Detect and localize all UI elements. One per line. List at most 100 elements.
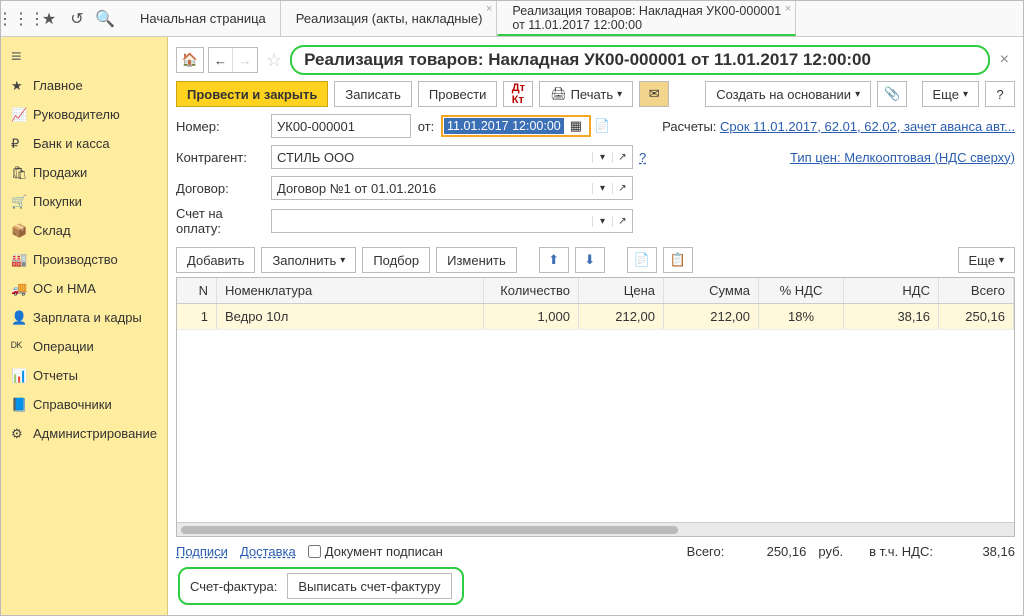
sidebar-label: Справочники <box>33 397 112 412</box>
vat-label: в т.ч. НДС: <box>869 544 933 559</box>
total-label: Всего: <box>687 544 725 559</box>
tab-label: Реализация (акты, накладные) <box>296 11 483 26</box>
sidebar-label: Банк и касса <box>33 136 110 151</box>
col-vat[interactable]: НДС <box>844 278 939 303</box>
col-qty[interactable]: Количество <box>484 278 579 303</box>
dropdown-icon[interactable]: ▾ <box>592 183 612 194</box>
calc-link[interactable]: Срок 11.01.2017, 62.01, 62.02, зачет ава… <box>720 119 1015 134</box>
sidebar-label: Продажи <box>33 165 87 180</box>
save-button[interactable]: Записать <box>334 81 412 107</box>
currency: руб. <box>818 544 843 559</box>
more-button[interactable]: Еще▾ <box>958 247 1015 273</box>
back-button[interactable]: ← <box>209 48 233 72</box>
table-row[interactable]: 1Ведро 10л1,000212,00212,0018%38,16250,1… <box>177 304 1014 330</box>
apps-icon[interactable]: ⋮⋮⋮ <box>7 5 35 33</box>
sidebar-item[interactable]: ₽Банк и касса <box>1 129 167 158</box>
open-icon[interactable]: ↗ <box>612 216 632 227</box>
home-button[interactable]: 🏠 <box>176 47 204 73</box>
sidebar-item[interactable]: 📊Отчеты <box>1 361 167 390</box>
paste-icon[interactable]: 📋 <box>663 247 693 273</box>
dropdown-icon[interactable]: ▾ <box>592 216 612 227</box>
menu-icon[interactable]: ≡ <box>1 41 167 71</box>
copy-icon[interactable]: 📄 <box>627 247 657 273</box>
sidebar-icon: 👤 <box>11 310 33 326</box>
tab-label-line1: Реализация товаров: Накладная УК00-00000… <box>512 4 781 18</box>
tab-bar: Начальная страница Реализация (акты, нак… <box>125 1 1023 36</box>
signed-label: Документ подписан <box>325 544 443 559</box>
tab-document[interactable]: Реализация товаров: Накладная УК00-00000… <box>497 1 796 36</box>
col-vatpercent[interactable]: % НДС <box>759 278 844 303</box>
sidebar-icon: 🛍 <box>11 165 33 181</box>
items-table: N Номенклатура Количество Цена Сумма % Н… <box>176 277 1015 537</box>
date-field[interactable]: 11.01.2017 12:00:00 ▦ <box>441 115 591 137</box>
number-input[interactable]: УК00-000001 <box>271 114 411 138</box>
post-and-close-button[interactable]: Провести и закрыть <box>176 81 328 107</box>
sidebar-item[interactable]: 🚚ОС и НМА <box>1 274 167 303</box>
sidebar-item[interactable]: 📘Справочники <box>1 390 167 419</box>
dt-kt-icon[interactable]: ДтКт <box>503 81 533 107</box>
open-icon[interactable]: ↗ <box>612 152 632 163</box>
sidebar-label: Руководителю <box>33 107 120 122</box>
tab-label: Начальная страница <box>140 11 266 26</box>
sidebar-item[interactable]: 📈Руководителю <box>1 100 167 129</box>
sidebar-item[interactable]: 🛍Продажи <box>1 158 167 187</box>
close-icon[interactable]: × <box>785 3 791 15</box>
sidebar-item[interactable]: 👤Зарплата и кадры <box>1 303 167 332</box>
signatures-link[interactable]: Подписи <box>176 544 228 559</box>
dropdown-icon[interactable]: ▾ <box>592 152 612 163</box>
sidebar-icon: 🚚 <box>11 281 33 297</box>
create-invoice-factura-button[interactable]: Выписать счет-фактуру <box>287 573 451 599</box>
top-panel: ⋮⋮⋮ ★ ↺ 🔍 Начальная страница Реализация … <box>1 1 1023 37</box>
add-button[interactable]: Добавить <box>176 247 255 273</box>
attachment-icon[interactable]: 📎 <box>877 81 907 107</box>
pick-button[interactable]: Подбор <box>362 247 430 273</box>
tab-sales[interactable]: Реализация (акты, накладные) × <box>281 1 498 36</box>
printer-icon: 🖨 <box>550 86 567 102</box>
email-icon[interactable]: ✉ <box>639 81 669 107</box>
sidebar-item[interactable]: ᴰᴷОперации <box>1 332 167 361</box>
open-icon[interactable]: ↗ <box>612 183 632 194</box>
sidebar-item[interactable]: 🏭Производство <box>1 245 167 274</box>
sidebar-item[interactable]: ★Главное <box>1 71 167 100</box>
help-icon[interactable]: ? <box>985 81 1015 107</box>
history-icon[interactable]: ↺ <box>63 5 91 33</box>
delivery-link[interactable]: Доставка <box>240 544 296 559</box>
sidebar-item[interactable]: 🛒Покупки <box>1 187 167 216</box>
fill-button[interactable]: Заполнить▾ <box>261 247 356 273</box>
search-icon[interactable]: 🔍 <box>91 5 119 33</box>
favorite-icon[interactable]: ☆ <box>262 50 286 71</box>
contract-input[interactable]: Договор №1 от 01.01.2016 <box>272 181 592 196</box>
move-up-icon[interactable]: ⬆ <box>539 247 569 273</box>
col-nomenclature[interactable]: Номенклатура <box>217 278 484 303</box>
help-link[interactable]: ? <box>633 150 652 165</box>
tab-home[interactable]: Начальная страница <box>125 1 281 36</box>
date-label: от: <box>411 119 441 134</box>
star-icon[interactable]: ★ <box>35 5 63 33</box>
post-flag-icon[interactable]: 📄 <box>591 118 613 134</box>
date-input[interactable]: 11.01.2017 12:00:00 <box>444 118 564 134</box>
more-button[interactable]: Еще▾ <box>922 81 979 107</box>
close-icon[interactable]: × <box>994 51 1015 69</box>
col-sum[interactable]: Сумма <box>664 278 759 303</box>
horizontal-scrollbar[interactable] <box>177 522 1014 536</box>
invoice-factura-label: Счет-фактура: <box>190 579 277 594</box>
col-total[interactable]: Всего <box>939 278 1014 303</box>
sidebar-item[interactable]: ⚙Администрирование <box>1 419 167 448</box>
sidebar-icon: 📈 <box>11 107 33 123</box>
calendar-icon[interactable]: ▦ <box>564 118 588 134</box>
forward-button[interactable]: → <box>233 48 257 72</box>
signed-checkbox[interactable] <box>308 545 321 558</box>
post-button[interactable]: Провести <box>418 81 498 107</box>
col-n[interactable]: N <box>177 278 217 303</box>
move-down-icon[interactable]: ⬇ <box>575 247 605 273</box>
tab-label-line2: от 11.01.2017 12:00:00 <box>512 18 781 32</box>
sidebar-icon: ⚙ <box>11 426 33 442</box>
sidebar-item[interactable]: 📦Склад <box>1 216 167 245</box>
col-price[interactable]: Цена <box>579 278 664 303</box>
counterparty-input[interactable]: СТИЛЬ ООО <box>272 150 592 165</box>
close-icon[interactable]: × <box>486 3 492 15</box>
price-type-link[interactable]: Тип цен: Мелкооптовая (НДС сверху) <box>790 150 1015 165</box>
create-from-button[interactable]: Создать на основании▾ <box>705 81 871 107</box>
edit-button[interactable]: Изменить <box>436 247 517 273</box>
print-button[interactable]: 🖨 Печать▾ <box>539 81 633 107</box>
